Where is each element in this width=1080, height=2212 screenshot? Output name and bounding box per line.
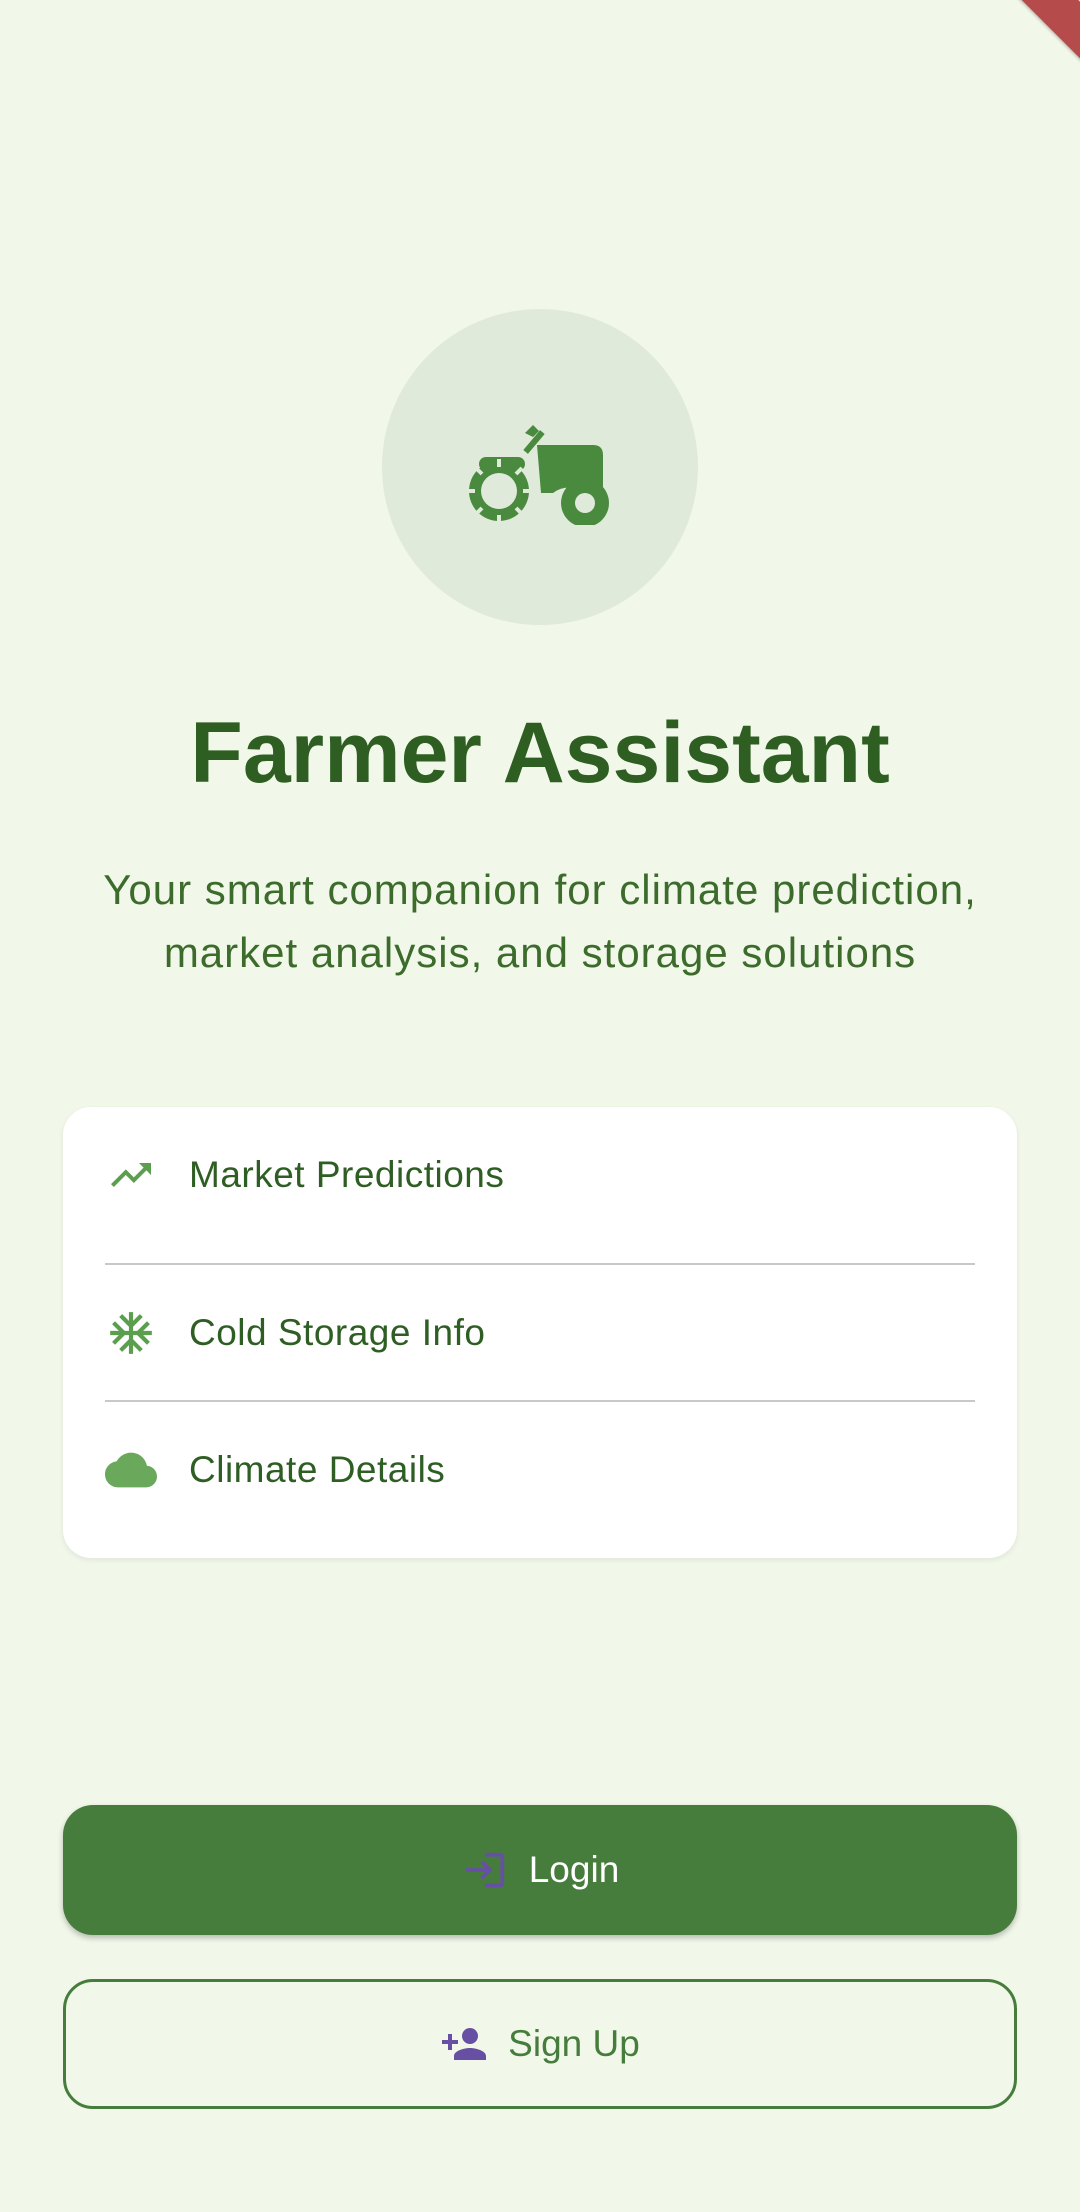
signup-button[interactable]: Sign Up xyxy=(63,1979,1017,2109)
feature-item-cold-storage: Cold Storage Info xyxy=(105,1265,975,1401)
login-label: Login xyxy=(528,1849,620,1890)
login-icon xyxy=(461,1846,509,1894)
feature-item-climate-details: Climate Details xyxy=(105,1402,975,1538)
snowflake-icon xyxy=(105,1307,157,1359)
cloud-icon xyxy=(105,1444,157,1496)
feature-label: Cold Storage Info xyxy=(189,1312,486,1353)
trending-up-icon xyxy=(105,1149,157,1201)
feature-item-market-predictions: Market Predictions xyxy=(105,1107,975,1243)
app-logo xyxy=(382,309,698,625)
signup-label: Sign Up xyxy=(508,2023,640,2064)
features-card: Market Predictions Cold Storage Info Cli… xyxy=(63,1107,1017,1558)
debug-banner xyxy=(979,0,1080,71)
tractor-icon xyxy=(465,405,615,530)
feature-label: Climate Details xyxy=(189,1449,446,1490)
app-subtitle: Your smart companion for climate predict… xyxy=(103,866,977,976)
feature-label: Market Predictions xyxy=(189,1154,505,1195)
login-button[interactable]: Login xyxy=(63,1805,1017,1935)
person-add-icon xyxy=(440,2020,488,2068)
app-title: Farmer Assistant xyxy=(190,705,890,801)
